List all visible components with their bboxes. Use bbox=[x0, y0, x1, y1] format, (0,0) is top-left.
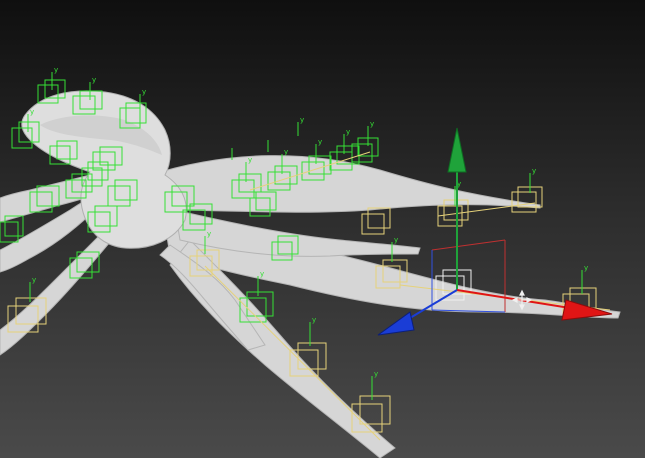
gizmo-z-axis-handle[interactable] bbox=[377, 311, 415, 336]
joint-label: y bbox=[394, 236, 398, 244]
octopus-mesh[interactable] bbox=[0, 90, 621, 458]
gizmo-y-axis-handle[interactable] bbox=[447, 127, 467, 173]
3d-viewport[interactable]: y y y y y y y y y y y y y y y y y y y bbox=[0, 0, 645, 458]
joint-label: y bbox=[142, 88, 146, 96]
joint-label: y bbox=[30, 108, 34, 116]
joint-label: y bbox=[92, 76, 96, 84]
joint-label: y bbox=[374, 370, 378, 378]
joint-label: y bbox=[207, 230, 211, 238]
joint-label: y bbox=[370, 120, 374, 128]
joint-label: y bbox=[260, 270, 264, 278]
octopus-rig-scene[interactable]: y y y y y y y y y y y y y y y y y y y bbox=[0, 0, 645, 458]
joint-label: y bbox=[346, 128, 350, 136]
joint-label: y bbox=[318, 138, 322, 146]
joint-label: y bbox=[300, 116, 304, 124]
bone-box-mr-2[interactable] bbox=[361, 207, 391, 235]
joint-label: y bbox=[584, 264, 588, 272]
joint-label: y bbox=[32, 276, 36, 284]
joint-label: y bbox=[54, 66, 58, 74]
joint-label: y bbox=[532, 167, 536, 175]
bone-box-ur-5[interactable] bbox=[351, 137, 379, 163]
joint-label: y bbox=[284, 148, 288, 156]
joint-label: y bbox=[248, 156, 252, 164]
joint-label: y bbox=[312, 316, 316, 324]
